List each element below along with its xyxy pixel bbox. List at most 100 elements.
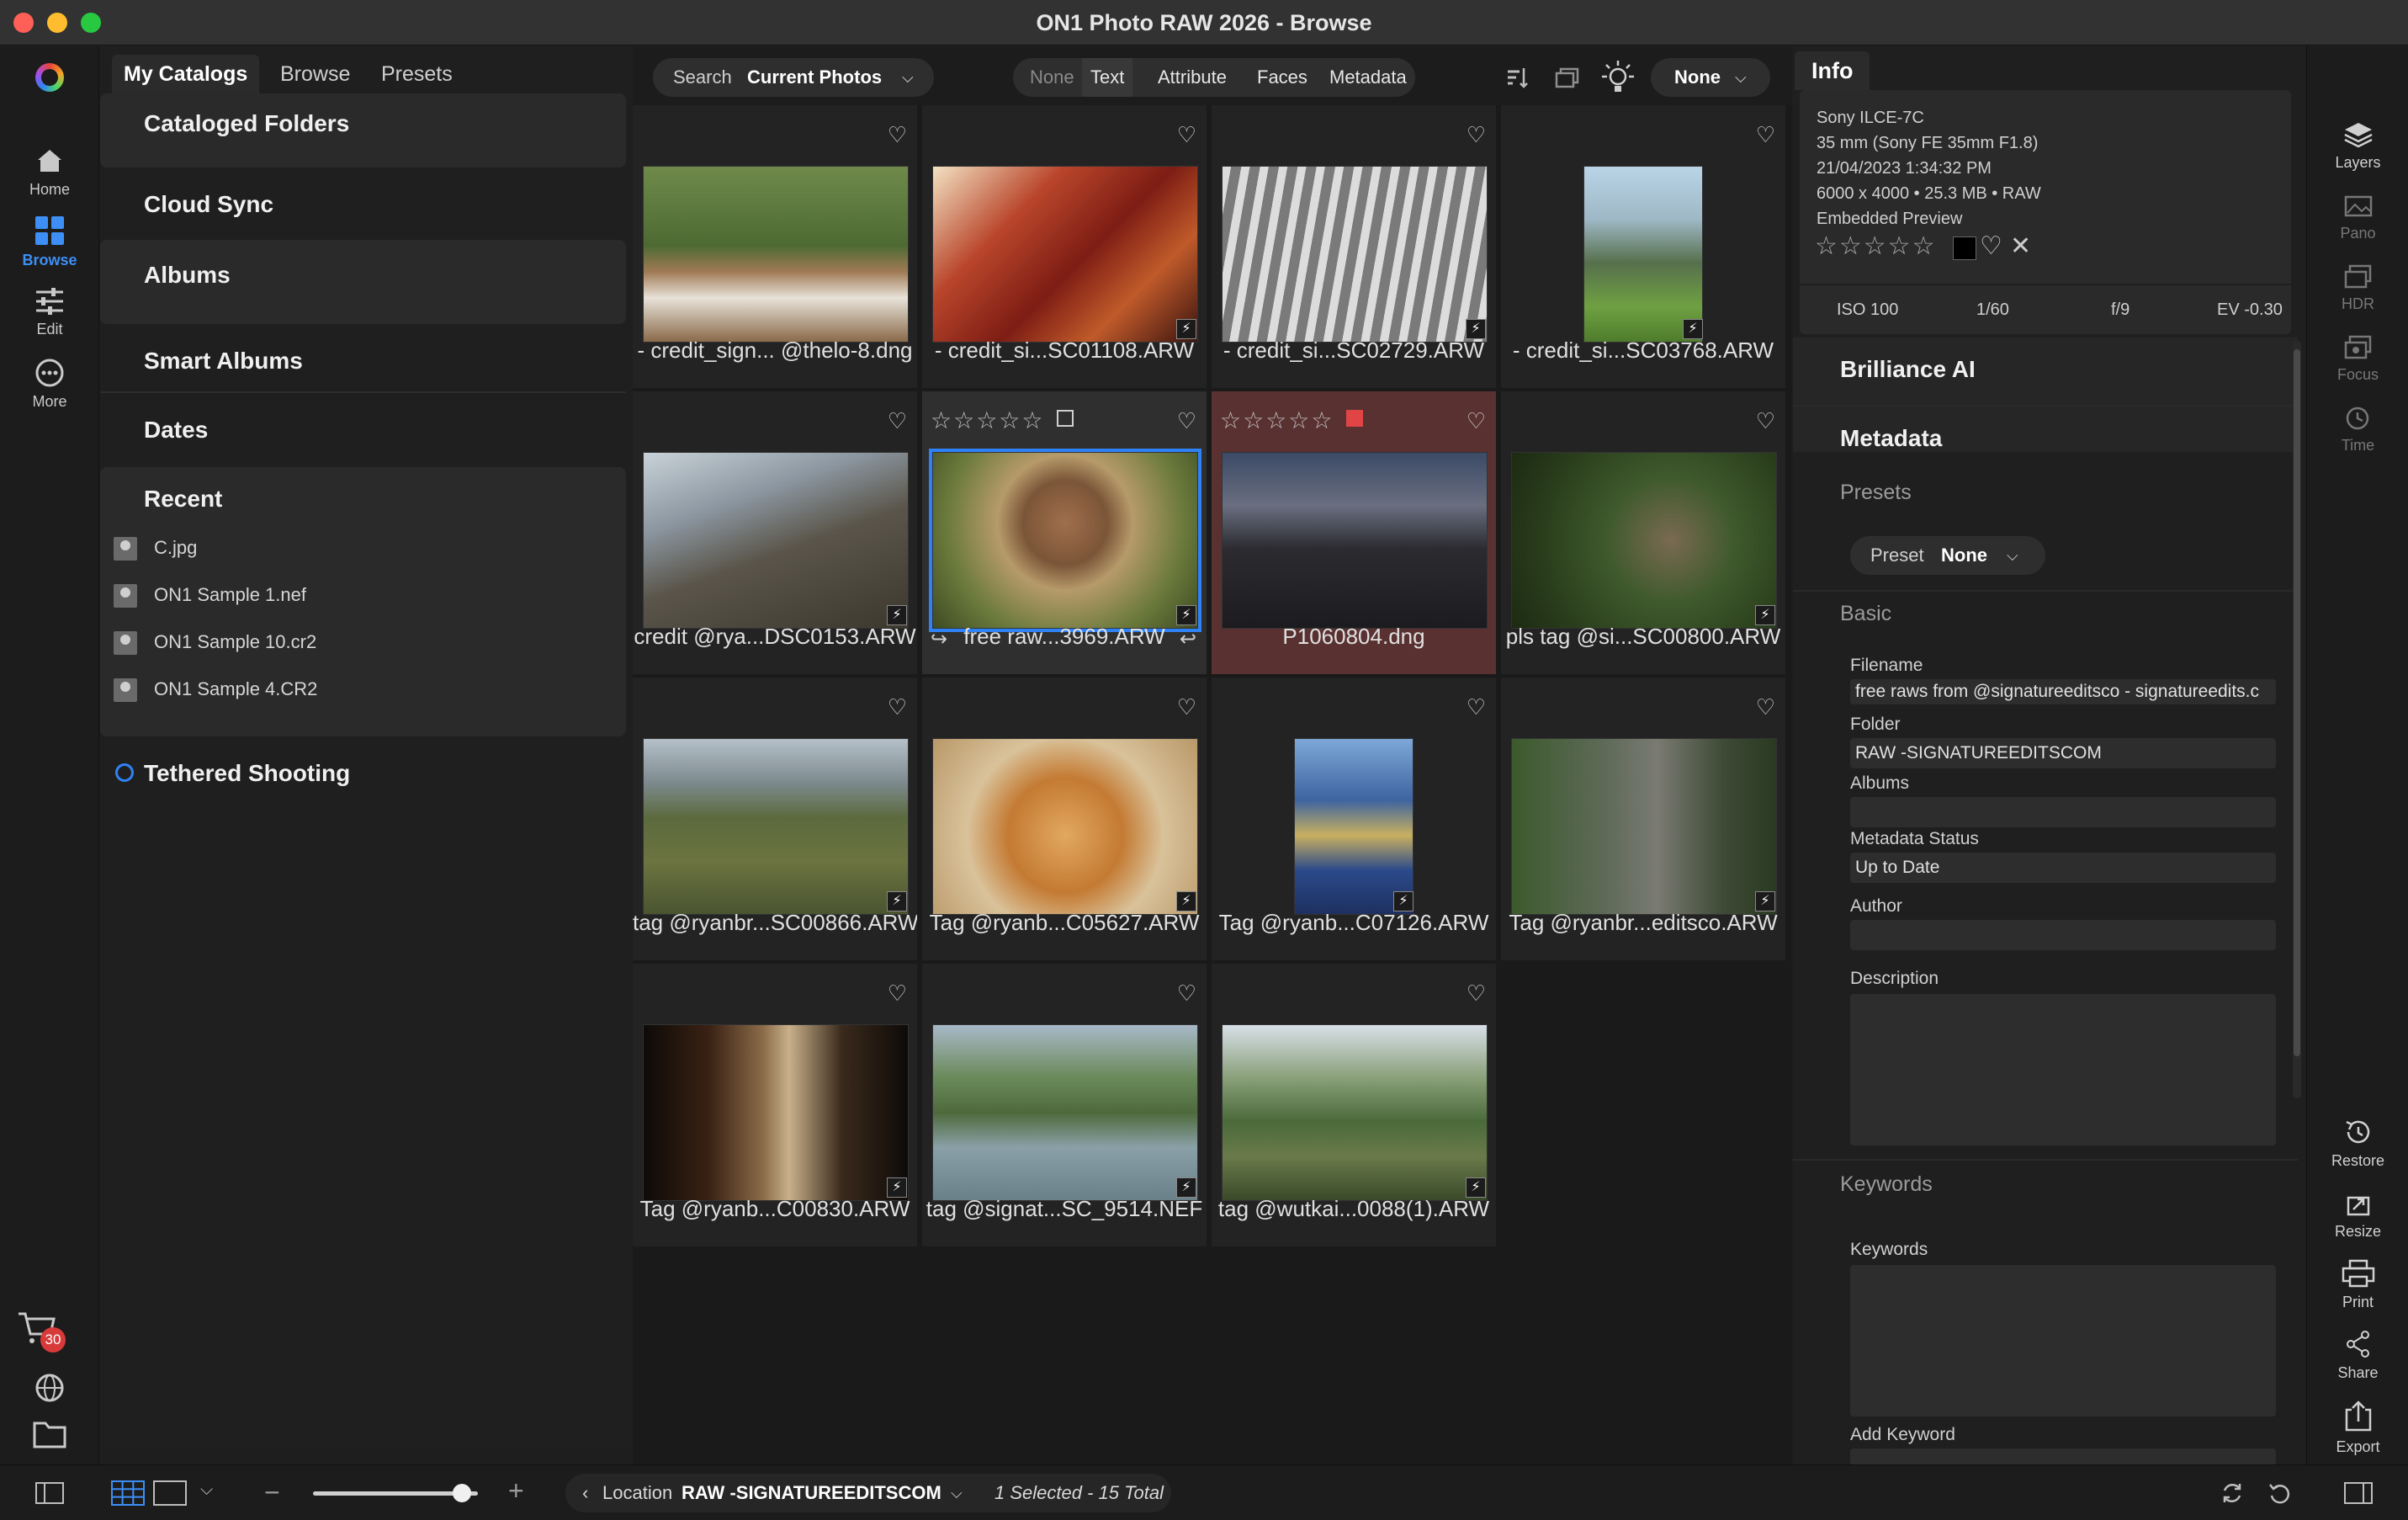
filter-faces[interactable]: Faces bbox=[1257, 58, 1307, 97]
photo-thumbnail[interactable] bbox=[1222, 1024, 1488, 1201]
author-field[interactable] bbox=[1850, 920, 2276, 950]
tab-presets[interactable]: Presets bbox=[369, 55, 464, 93]
hdr-button[interactable]: HDR bbox=[2307, 263, 2408, 313]
zoom-in-icon[interactable]: + bbox=[508, 1475, 524, 1507]
heart-icon[interactable]: ♡ bbox=[1177, 694, 1196, 720]
photo-cell[interactable]: ♡ ⚡ Tag @ryanb...C00830.ARW bbox=[633, 964, 919, 1248]
heart-icon[interactable]: ♡ bbox=[1980, 231, 2002, 261]
metadata-title[interactable]: Metadata bbox=[1840, 425, 1942, 452]
photo-cell[interactable]: ♡ ⚡ tag @wutkai...0088(1).ARW bbox=[1212, 964, 1498, 1248]
folder-field[interactable]: RAW -SIGNATUREEDITSCOM bbox=[1850, 738, 2276, 768]
tab-browse[interactable]: Browse bbox=[268, 55, 362, 93]
photo-thumbnail[interactable] bbox=[1222, 452, 1488, 629]
restore-button[interactable]: Restore bbox=[2307, 1117, 2408, 1170]
filter-text[interactable]: Text bbox=[1082, 58, 1133, 97]
search-scope-dropdown[interactable]: Search Current Photos ⌵ bbox=[653, 58, 934, 97]
zoom-out-icon[interactable]: − bbox=[264, 1477, 280, 1508]
star-rating[interactable]: ☆☆☆☆☆ bbox=[1220, 407, 1334, 434]
rotate-right-icon[interactable]: ↩ bbox=[1180, 627, 1196, 651]
rail-more-button[interactable]: More bbox=[0, 358, 99, 411]
info-star-rating[interactable]: ☆☆☆☆☆ bbox=[1815, 231, 1936, 261]
photo-thumbnail[interactable] bbox=[932, 738, 1198, 915]
recent-item[interactable]: C.jpg bbox=[114, 531, 197, 565]
thumbnail-size-slider[interactable] bbox=[313, 1484, 478, 1502]
heart-icon[interactable]: ♡ bbox=[1467, 694, 1486, 720]
dates-title[interactable]: Dates bbox=[100, 417, 626, 444]
tab-info[interactable]: Info bbox=[1795, 51, 1870, 90]
heart-icon[interactable]: ♡ bbox=[1467, 981, 1486, 1007]
photo-thumbnail[interactable] bbox=[1583, 166, 1703, 343]
albums-field[interactable] bbox=[1850, 797, 2276, 827]
heart-icon[interactable]: ♡ bbox=[1467, 122, 1486, 148]
filter-attribute[interactable]: Attribute bbox=[1158, 58, 1227, 97]
brilliance-ai-title[interactable]: Brilliance AI bbox=[1840, 356, 1976, 383]
chevron-down-icon[interactable]: ⌵ bbox=[951, 1465, 963, 1520]
photo-thumbnail[interactable] bbox=[643, 1024, 909, 1201]
tethered-shooting-title[interactable]: Tethered Shooting bbox=[100, 760, 626, 787]
reject-x-icon[interactable]: ✕ bbox=[2010, 231, 2031, 261]
filter-none[interactable]: None bbox=[1030, 58, 1074, 97]
toggle-right-panel-icon[interactable] bbox=[2344, 1482, 2373, 1504]
heart-icon[interactable]: ♡ bbox=[1756, 408, 1775, 434]
panel-scrollbar[interactable] bbox=[2293, 341, 2301, 1098]
location-value[interactable]: RAW -SIGNATUREEDITSCOM bbox=[682, 1465, 941, 1520]
lights-button[interactable] bbox=[1599, 58, 1637, 97]
pano-button[interactable]: Pano bbox=[2307, 193, 2408, 242]
photo-cell[interactable]: ♡ ⚡ Tag @ryanb...C07126.ARW bbox=[1212, 678, 1498, 962]
photo-thumbnail[interactable] bbox=[1511, 738, 1777, 915]
rail-browse-button[interactable]: Browse bbox=[0, 215, 99, 269]
color-label-swatch[interactable] bbox=[1953, 237, 1976, 260]
heart-icon[interactable]: ♡ bbox=[888, 122, 907, 148]
photo-thumbnail[interactable] bbox=[1294, 738, 1414, 915]
detail-view-icon[interactable] bbox=[153, 1480, 187, 1506]
chevron-down-icon[interactable]: ⌵ bbox=[200, 1480, 213, 1500]
photo-cell[interactable]: ♡ ⚡ tag @signat...SC_9514.NEF bbox=[922, 964, 1208, 1248]
photo-thumbnail[interactable] bbox=[643, 452, 909, 629]
sort-button[interactable] bbox=[1504, 65, 1531, 90]
photo-cell[interactable]: ♡ ⚡ credit @rya...DSC0153.ARW bbox=[633, 391, 919, 676]
cloud-sync-title[interactable]: Cloud Sync bbox=[100, 191, 626, 218]
add-folder-button[interactable] bbox=[32, 1418, 69, 1455]
keywords-section-title[interactable]: Keywords bbox=[1840, 1172, 1933, 1197]
cataloged-folders-section[interactable]: Cataloged Folders bbox=[100, 93, 626, 167]
heart-icon[interactable]: ♡ bbox=[888, 981, 907, 1007]
stack-button[interactable] bbox=[1553, 63, 1583, 92]
photo-thumbnail[interactable] bbox=[932, 166, 1198, 343]
recent-title[interactable]: Recent bbox=[100, 486, 626, 513]
heart-icon[interactable]: ♡ bbox=[888, 694, 907, 720]
resize-button[interactable]: Resize bbox=[2307, 1188, 2408, 1241]
recent-item[interactable]: ON1 Sample 1.nef bbox=[114, 578, 306, 612]
description-field[interactable] bbox=[1850, 994, 2276, 1145]
color-label-checkbox[interactable] bbox=[1057, 410, 1074, 427]
red-color-label[interactable] bbox=[1346, 410, 1363, 427]
recent-item[interactable]: ON1 Sample 10.cr2 bbox=[114, 625, 316, 659]
time-button[interactable]: Time bbox=[2307, 405, 2408, 454]
grid-view-button[interactable] bbox=[111, 1480, 145, 1506]
tab-my-catalogs[interactable]: My Catalogs bbox=[112, 55, 260, 93]
heart-icon[interactable]: ♡ bbox=[1177, 408, 1196, 434]
sync-globe-button[interactable] bbox=[32, 1370, 69, 1407]
slider-thumb[interactable] bbox=[453, 1484, 471, 1502]
heart-icon[interactable]: ♡ bbox=[1756, 122, 1775, 148]
export-button[interactable]: Export bbox=[2307, 1400, 2408, 1456]
keywords-field[interactable] bbox=[1850, 1265, 2276, 1416]
recent-item[interactable]: ON1 Sample 4.CR2 bbox=[114, 672, 317, 706]
photo-thumbnail[interactable] bbox=[643, 166, 909, 343]
photo-cell[interactable]: ♡ ⚡ Tag @ryanbr...editsco.ARW bbox=[1501, 678, 1787, 962]
albums-section[interactable]: Albums bbox=[100, 240, 626, 324]
photo-cell[interactable]: ♡ ⚡ - credit_si...SC02729.ARW bbox=[1212, 105, 1498, 390]
heart-icon[interactable]: ♡ bbox=[1177, 122, 1196, 148]
photo-cell[interactable]: ♡ ⚡ - credit_si...SC03768.ARW bbox=[1501, 105, 1787, 390]
share-button[interactable]: Share bbox=[2307, 1329, 2408, 1382]
photo-thumbnail[interactable] bbox=[1222, 166, 1488, 343]
smart-albums-title[interactable]: Smart Albums bbox=[100, 348, 626, 375]
rail-edit-button[interactable]: Edit bbox=[0, 287, 99, 338]
star-rating[interactable]: ☆☆☆☆☆ bbox=[931, 407, 1045, 434]
refresh-button[interactable] bbox=[2220, 1480, 2245, 1506]
metadata-status-field[interactable]: Up to Date bbox=[1850, 853, 2276, 883]
sort-dropdown[interactable]: None ⌵ bbox=[1651, 58, 1770, 97]
rail-home-button[interactable]: Home bbox=[0, 146, 99, 199]
heart-icon[interactable]: ♡ bbox=[1177, 981, 1196, 1007]
filter-metadata[interactable]: Metadata bbox=[1329, 58, 1407, 97]
heart-icon[interactable]: ♡ bbox=[1756, 694, 1775, 720]
